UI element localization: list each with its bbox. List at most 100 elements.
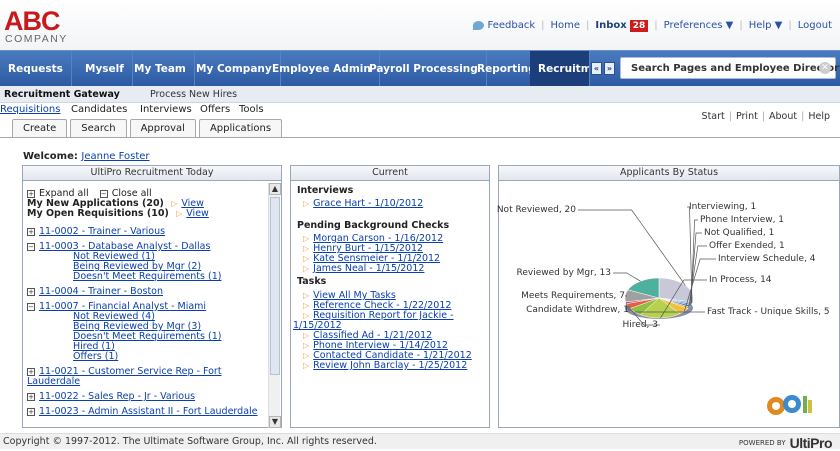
- tab-create[interactable]: Create: [12, 119, 67, 137]
- inbox-link[interactable]: Inbox 28: [595, 20, 648, 31]
- separator: |: [801, 111, 804, 122]
- check-link[interactable]: James Neal - 1/15/2012: [313, 263, 424, 274]
- requisition-link[interactable]: 11-0023 - Admin Assistant II - Fort Laud…: [39, 406, 258, 417]
- expand-all-icon[interactable]: +: [27, 190, 35, 198]
- scroll-up-icon[interactable]: ▲: [269, 183, 281, 195]
- requisition-link[interactable]: 11-0004 - Trainer - Boston: [39, 286, 163, 297]
- arrow-icon: ▷: [303, 341, 309, 350]
- home-link[interactable]: Home: [551, 20, 581, 31]
- expand-icon[interactable]: +: [27, 228, 35, 236]
- expand-icon[interactable]: +: [27, 368, 35, 376]
- expand-icon[interactable]: +: [27, 393, 35, 401]
- collapse-icon[interactable]: −: [27, 243, 35, 251]
- menu-interviews[interactable]: Interviews: [140, 104, 192, 115]
- list-item: +11-0022 - Sales Rep - Jr - Various: [27, 391, 195, 402]
- separator: |: [729, 111, 732, 122]
- search-placeholder: Search Pages and Employee Directory: [631, 63, 840, 74]
- my-open-requisitions: My Open Requisitions (10) ▷View: [27, 208, 209, 219]
- list-item: +11-0004 - Trainer - Boston: [27, 286, 163, 297]
- list-item: ▷Review John Barclay - 1/25/2012: [303, 360, 467, 371]
- top-links: Feedback | Home | Inbox28 | Preferences …: [473, 20, 833, 31]
- logo-subtext: COMPANY: [5, 33, 68, 45]
- clear-search-icon[interactable]: ✕: [819, 62, 831, 74]
- requisitions-link[interactable]: Requisitions: [0, 104, 60, 115]
- collapse-icon[interactable]: −: [27, 303, 35, 311]
- expand-icon[interactable]: +: [27, 408, 35, 416]
- arrow-icon: ▷: [303, 331, 309, 340]
- arrow-icon: ▷: [303, 254, 309, 263]
- copyright-text: Copyright © 1997-2012. The Ultimate Soft…: [3, 436, 377, 447]
- user-name-link[interactable]: Jeanne Foster: [81, 151, 149, 162]
- start-link[interactable]: Start: [702, 111, 725, 122]
- help-link[interactable]: Help: [808, 111, 830, 122]
- panel-title: UltiPro Recruitment Today: [23, 166, 281, 181]
- list-item: Lauderdale: [27, 376, 80, 387]
- feedback-link[interactable]: Feedback: [488, 20, 536, 31]
- nav-my-team[interactable]: My Team: [126, 51, 195, 87]
- requisition-link-continued[interactable]: Lauderdale: [27, 376, 80, 387]
- pie-label: Candidate Withdrew, 1: [526, 305, 629, 315]
- tab-applications[interactable]: Applications: [199, 119, 282, 137]
- left-panel-scrollbar[interactable]: ▲ ▼: [268, 183, 280, 428]
- separator: |: [654, 20, 657, 31]
- arrow-icon: ▷: [303, 351, 309, 360]
- menu-offers[interactable]: Offers: [200, 104, 230, 115]
- utility-links: Start| Print| About| Help: [702, 111, 830, 122]
- close-all-icon[interactable]: −: [100, 190, 108, 198]
- requisition-link[interactable]: 11-0002 - Trainer - Various: [39, 226, 165, 237]
- welcome-label: Welcome:: [23, 151, 78, 162]
- menu-tools[interactable]: Tools: [239, 104, 264, 115]
- arrow-icon: ▷: [303, 234, 309, 243]
- view-requisitions-link[interactable]: View: [186, 208, 209, 219]
- logout-link[interactable]: Logout: [798, 20, 832, 31]
- list-item: ▷Grace Hart - 1/10/2012: [303, 198, 423, 209]
- arrow-icon: ▷: [303, 311, 309, 320]
- applicants-by-status-panel: Applicants By Status Not Reviewed, 20Int…: [498, 165, 840, 428]
- separator: |: [541, 20, 544, 31]
- menu-requisitions[interactable]: Requisitions: [0, 104, 60, 115]
- list-item: +11-0002 - Trainer - Various: [27, 226, 165, 237]
- pie-label: Meets Requirements, 7: [521, 291, 625, 301]
- inbox-count-badge: 28: [630, 20, 649, 32]
- recruitment-today-panel: UltiPro Recruitment Today +Expand all −C…: [22, 165, 282, 428]
- interview-link[interactable]: Grace Hart - 1/10/2012: [313, 198, 423, 209]
- tab-approval[interactable]: Approval: [130, 119, 196, 137]
- nav-scroll-left-button[interactable]: «: [591, 62, 602, 75]
- nav-recruitment[interactable]: Recruitme: [530, 51, 590, 87]
- my-open-requisitions-label: My Open Requisitions (10): [27, 208, 169, 219]
- pie-label: Hired, 3: [623, 320, 658, 330]
- chart-options-icon[interactable]: [767, 391, 815, 417]
- list-item: ▷ James Neal - 1/15/2012: [303, 263, 424, 274]
- requisition-link[interactable]: 11-0022 - Sales Rep - Jr - Various: [39, 391, 195, 402]
- preferences-menu[interactable]: Preferences ▼: [664, 20, 734, 31]
- scroll-thumb[interactable]: [270, 197, 280, 375]
- company-logo[interactable]: ABC COMPANY: [4, 9, 68, 45]
- task-link[interactable]: Review John Barclay - 1/25/2012: [313, 360, 467, 371]
- print-link[interactable]: Print: [736, 111, 758, 122]
- nav-payroll-processing[interactable]: Payroll Processing: [361, 51, 487, 87]
- help-menu[interactable]: Help ▼: [749, 20, 783, 31]
- about-link[interactable]: About: [769, 111, 797, 122]
- inbox-label: Inbox: [595, 20, 626, 31]
- arrow-icon: ▷: [303, 264, 309, 273]
- nav-scroll-right-button[interactable]: »: [604, 62, 615, 75]
- subnav-process-new-hires[interactable]: Process New Hires: [150, 89, 237, 100]
- welcome-message: Welcome: Jeanne Foster: [23, 151, 150, 162]
- search-input[interactable]: Search Pages and Employee Directory ✕: [620, 57, 836, 79]
- nav-myself[interactable]: Myself: [77, 51, 133, 87]
- menu-candidates[interactable]: Candidates: [71, 104, 127, 115]
- pie-label: Phone Interview, 1: [700, 215, 784, 225]
- subnav-recruitment-gateway[interactable]: Recruitment Gateway: [4, 89, 120, 100]
- status-link[interactable]: Offers (1): [73, 351, 118, 362]
- feedback-icon[interactable]: [473, 21, 484, 30]
- expand-icon[interactable]: +: [27, 288, 35, 296]
- panel-title: Current: [291, 166, 489, 181]
- tab-search[interactable]: Search: [70, 119, 126, 137]
- leader-line: [613, 273, 641, 281]
- status-link[interactable]: Doesn't Meet Requirements (1): [73, 271, 221, 282]
- scroll-down-icon[interactable]: ▼: [269, 416, 281, 428]
- nav-requests[interactable]: Requests: [0, 51, 72, 87]
- tasks-heading: Tasks: [297, 276, 326, 287]
- pie-label: Not Reviewed, 20: [497, 205, 576, 215]
- tab-divider: [0, 137, 840, 138]
